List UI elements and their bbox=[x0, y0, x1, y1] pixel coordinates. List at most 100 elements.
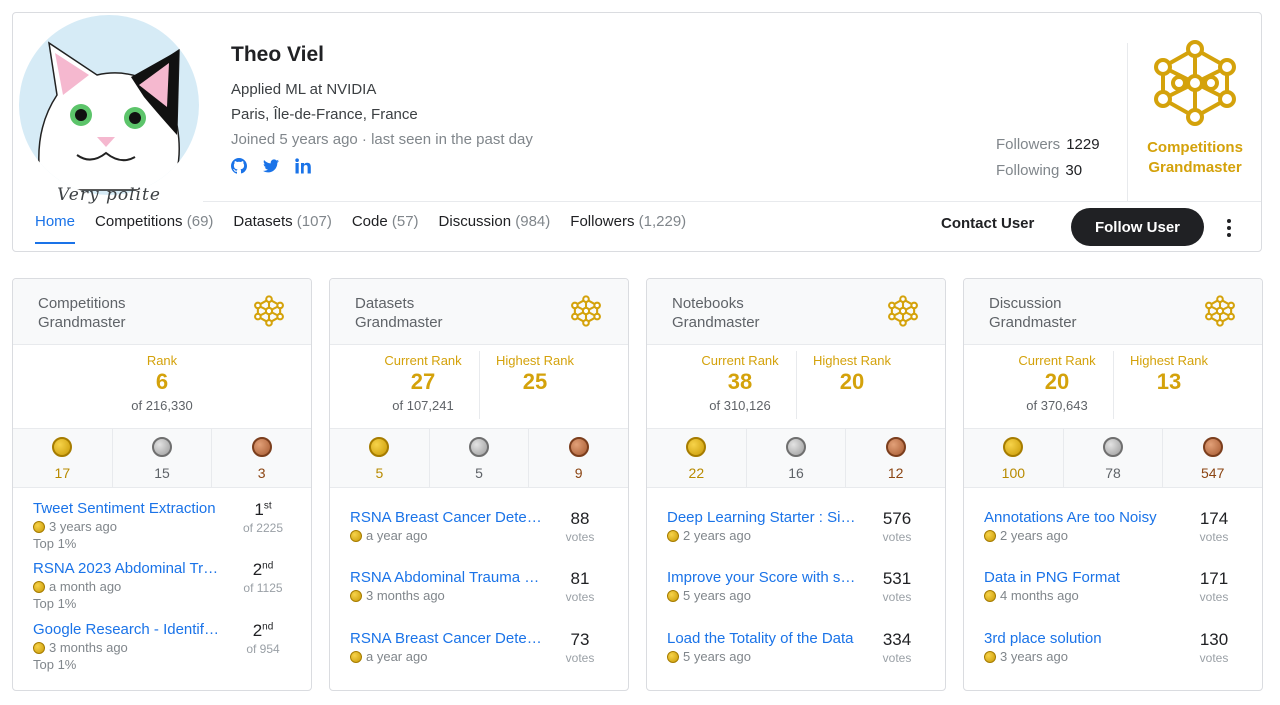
followers-stat[interactable]: Followers 1229 bbox=[996, 131, 1100, 157]
bronze-medal-icon bbox=[568, 437, 589, 457]
bronze-medal-stat: 547 bbox=[1163, 429, 1262, 487]
item-stat: 130 votes bbox=[1184, 630, 1244, 665]
item-title-link[interactable]: Tweet Sentiment Extraction bbox=[33, 500, 225, 517]
github-icon[interactable] bbox=[231, 158, 247, 174]
list-item: Load the Totality of the Data 5 years ag… bbox=[667, 630, 927, 665]
avatar[interactable]: Very polite bbox=[19, 15, 199, 205]
tab-datasets[interactable]: Datasets (107) bbox=[233, 213, 331, 244]
highest-rank-block: Highest Rank 20 bbox=[797, 353, 907, 395]
item-title-link[interactable]: RSNA Breast Cancer Detection bbox=[350, 630, 542, 647]
tab-home[interactable]: Home bbox=[35, 213, 76, 244]
item-title-link[interactable]: Data in PNG Format bbox=[984, 569, 1176, 586]
item-title-link[interactable]: Load the Totality of the Data bbox=[667, 630, 859, 647]
item-stat-caption: votes bbox=[882, 530, 912, 544]
tab-label: Followers bbox=[570, 213, 635, 230]
highest-rank-label: Highest Rank bbox=[1129, 353, 1209, 368]
item-date: 2 years ago bbox=[1000, 528, 1068, 543]
item-title-link[interactable]: RSNA Breast Cancer Detection bbox=[350, 509, 542, 526]
linkedin-icon[interactable] bbox=[295, 158, 311, 174]
item-stat: 174 votes bbox=[1184, 509, 1244, 544]
competitions-card: Competitions Grandmaster Rank 6 of 216,3… bbox=[12, 278, 312, 691]
gold-medal-icon bbox=[350, 529, 362, 542]
gold-medal-count: 22 bbox=[688, 465, 705, 481]
silver-medal-count: 78 bbox=[1105, 465, 1121, 481]
rank-area: Current Rank 27 of 107,241 Highest Rank … bbox=[330, 345, 628, 429]
card-header[interactable]: Competitions Grandmaster bbox=[13, 279, 311, 345]
current-rank-block: Current Rank 38 of 310,126 bbox=[685, 353, 795, 413]
tab-competitions[interactable]: Competitions (69) bbox=[95, 213, 213, 244]
following-stat[interactable]: Following 30 bbox=[996, 157, 1100, 183]
rank-value: 6 bbox=[155, 369, 169, 394]
medal-summary: 22 16 12 bbox=[647, 429, 945, 488]
tab-label: Discussion bbox=[438, 213, 512, 230]
card-title-category: Discussion bbox=[989, 295, 1062, 312]
follow-user-button[interactable]: Follow User bbox=[1071, 208, 1204, 246]
card-title-category: Competitions bbox=[38, 295, 126, 312]
gold-medal-icon bbox=[33, 580, 45, 593]
rank-area: Current Rank 38 of 310,126 Highest Rank … bbox=[647, 345, 945, 429]
gold-medal-icon bbox=[667, 589, 679, 602]
card-header[interactable]: Discussion Grandmaster bbox=[964, 279, 1262, 345]
gold-medal-stat: 5 bbox=[330, 429, 430, 487]
gold-medal-icon bbox=[984, 529, 996, 542]
gold-medal-icon bbox=[1003, 437, 1024, 457]
avatar-caption: Very polite bbox=[57, 185, 161, 205]
current-rank-of: of 310,126 bbox=[709, 398, 771, 413]
item-date: 3 years ago bbox=[1000, 649, 1068, 664]
bronze-medal-stat: 3 bbox=[212, 429, 311, 487]
current-rank-value: 20 bbox=[1044, 369, 1070, 394]
item-title-link[interactable]: Annotations Are too Noisy bbox=[984, 509, 1176, 526]
twitter-icon[interactable] bbox=[263, 158, 279, 174]
item-stat: 171 votes bbox=[1184, 569, 1244, 604]
silver-medal-icon bbox=[1103, 437, 1123, 457]
silver-medal-count: 15 bbox=[154, 465, 170, 481]
gold-medal-icon bbox=[369, 437, 390, 457]
card-header[interactable]: Datasets Grandmaster bbox=[330, 279, 628, 345]
item-title-link[interactable]: RSNA Abdominal Trauma Detection bbox=[350, 569, 542, 586]
grandmaster-emblem-icon bbox=[1204, 295, 1236, 332]
card-title-tier: Grandmaster bbox=[355, 314, 443, 331]
item-votes: 531 bbox=[882, 569, 912, 588]
item-stat: 1st of 2225 bbox=[233, 500, 293, 535]
grandmaster-emblem-icon bbox=[887, 295, 919, 332]
followers-label: Followers bbox=[996, 135, 1061, 153]
item-title-link[interactable]: Improve your Score with some Text Prepro… bbox=[667, 569, 859, 586]
gold-medal-stat: 17 bbox=[13, 429, 113, 487]
item-percentile: Top 1% bbox=[33, 536, 77, 551]
rank-area: Rank 6 of 216,330 bbox=[13, 345, 311, 429]
tab-code[interactable]: Code (57) bbox=[352, 213, 419, 244]
profile-name: Theo Viel bbox=[231, 43, 324, 66]
item-title-link[interactable]: RSNA 2023 Abdominal Trauma Detection bbox=[33, 560, 225, 577]
item-stat: 576 votes bbox=[867, 509, 927, 544]
tab-label: Competitions bbox=[95, 213, 183, 230]
current-rank-of: of 370,643 bbox=[1026, 398, 1088, 413]
tab-followers[interactable]: Followers (1,229) bbox=[570, 213, 686, 244]
item-stat-caption: votes bbox=[565, 651, 595, 665]
tab-discussion[interactable]: Discussion (984) bbox=[439, 213, 551, 244]
current-rank-value: 27 bbox=[410, 369, 436, 394]
item-percentile: Top 1% bbox=[33, 657, 77, 672]
item-title-link[interactable]: 3rd place solution bbox=[984, 630, 1176, 647]
profile-location: Paris, Île-de-France, France bbox=[231, 106, 418, 123]
item-date: 2 years ago bbox=[683, 528, 751, 543]
item-title-link[interactable]: Deep Learning Starter : Simple LSTM bbox=[667, 509, 859, 526]
list-item: Annotations Are too Noisy 2 years ago 17… bbox=[984, 509, 1244, 544]
silver-medal-stat: 5 bbox=[430, 429, 530, 487]
gold-medal-count: 17 bbox=[54, 465, 71, 481]
silver-medal-stat: 78 bbox=[1064, 429, 1164, 487]
silver-medal-icon bbox=[469, 437, 489, 457]
gold-medal-count: 100 bbox=[1001, 465, 1026, 481]
item-title-link[interactable]: Google Research - Identify Contrails bbox=[33, 621, 225, 638]
follow-stats: Followers 1229 Following 30 bbox=[996, 131, 1100, 183]
contact-user-button[interactable]: Contact User bbox=[941, 215, 1034, 232]
card-header[interactable]: Notebooks Grandmaster bbox=[647, 279, 945, 345]
tab-label: Home bbox=[35, 213, 76, 230]
bronze-medal-count: 547 bbox=[1201, 465, 1225, 481]
tab-count: (69) bbox=[186, 213, 214, 230]
followers-value: 1229 bbox=[1066, 135, 1100, 153]
current-rank-value: 38 bbox=[727, 369, 753, 394]
more-options-icon[interactable] bbox=[1221, 216, 1237, 240]
current-rank-label: Current Rank bbox=[384, 353, 462, 368]
placement-number: 2 bbox=[252, 560, 263, 579]
gold-medal-icon bbox=[350, 650, 362, 663]
